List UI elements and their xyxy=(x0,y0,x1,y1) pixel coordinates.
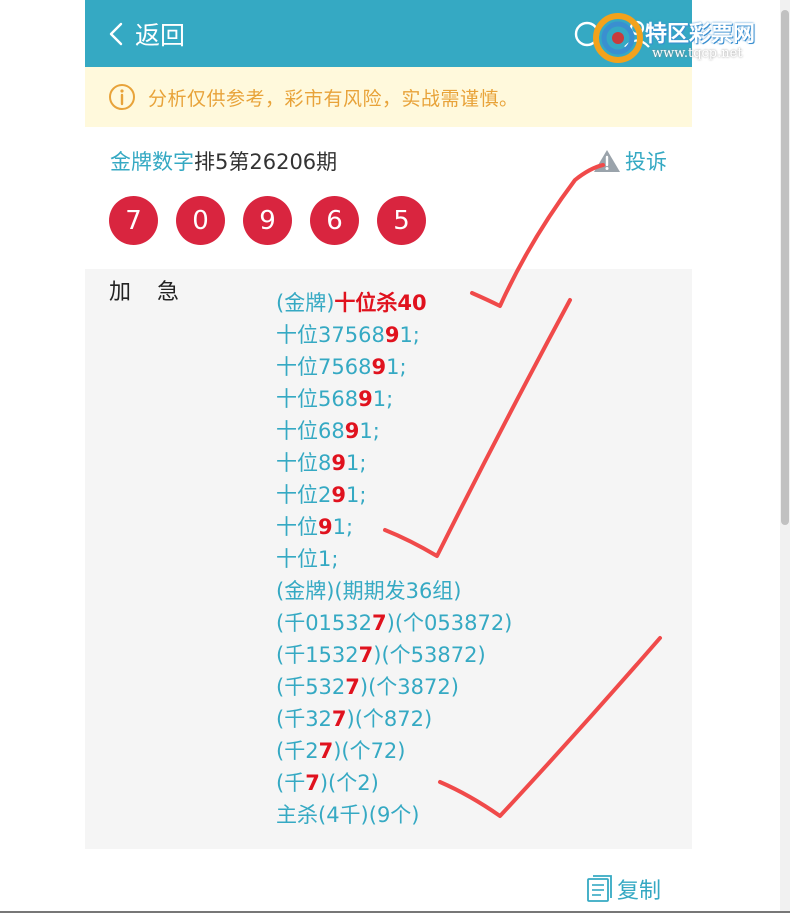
watermark-url: www.tqcp.net xyxy=(652,46,743,61)
site-watermark: 特区彩票网 www.tqcp.net xyxy=(592,8,788,68)
draw-number-balls: 7 0 9 6 5 xyxy=(109,196,444,245)
number-ball: 5 xyxy=(377,196,426,245)
issue-number: 排5第26206期 xyxy=(194,150,338,174)
highlighted-digit: 7 xyxy=(345,675,360,699)
prediction-content: (金牌)十位杀40 十位3756891; 十位756891; 十位56891; 十位68… xyxy=(85,269,692,849)
highlighted-digit: 7 xyxy=(305,771,320,795)
highlighted-digit: 7 xyxy=(372,611,387,635)
prediction-line: 十位1; xyxy=(276,543,512,575)
copy-button[interactable]: 复制 xyxy=(585,873,661,905)
prediction-line: (千7)(个2) xyxy=(276,767,512,799)
line-text: 1; xyxy=(399,323,420,347)
line-text: (千2 xyxy=(276,739,319,763)
number-ball: 0 xyxy=(176,196,225,245)
watermark-name: 特区彩票网 xyxy=(645,22,756,47)
prediction-line: 主杀(4千)(9个) xyxy=(276,799,512,831)
line-text: 主杀(4千)(9个) xyxy=(276,803,420,827)
prediction-line: 十位3756891; xyxy=(276,319,512,351)
line-text: 十位68 xyxy=(276,419,345,443)
warning-icon xyxy=(594,150,620,172)
prediction-line: (千27)(个72) xyxy=(276,735,512,767)
line-text: (千32 xyxy=(276,707,332,731)
line-text: 1; xyxy=(346,483,367,507)
prediction-line: (千015327)(个053872) xyxy=(276,607,512,639)
highlighted-digit: 9 xyxy=(371,355,387,379)
prediction-line: 十位291; xyxy=(276,479,512,511)
highlighted-digit: 7 xyxy=(358,643,374,667)
line-text: (金牌) xyxy=(276,291,335,315)
back-button[interactable]: 返回 xyxy=(107,16,185,52)
line-text: (千 xyxy=(276,771,306,795)
highlighted-digit: 9 xyxy=(344,419,360,443)
prediction-line: 十位891; xyxy=(276,447,512,479)
prediction-line: (千15327)(个53872) xyxy=(276,639,512,671)
line-text: (千532 xyxy=(276,675,346,699)
line-text: 十位7568 xyxy=(276,355,372,379)
notice-text: 分析仅供参考，彩市有风险，实战需谨慎。 xyxy=(148,87,519,110)
vertical-scrollbar[interactable] xyxy=(780,0,790,913)
line-text: 1; xyxy=(346,451,367,475)
line-text: )(个2) xyxy=(319,771,379,795)
line-text: 十位2 xyxy=(276,483,332,507)
prediction-line: 十位91; xyxy=(276,511,512,543)
scrollbar-thumb[interactable] xyxy=(781,10,789,525)
line-text: 1; xyxy=(359,419,380,443)
number-ball: 7 xyxy=(109,196,158,245)
highlighted-digit: 9 xyxy=(331,483,346,507)
line-text: 十位568 xyxy=(276,387,359,411)
prediction-line: (千327)(个872) xyxy=(276,703,512,735)
highlighted-digit: 9 xyxy=(384,323,400,347)
app-screen: 返回 分析仅供参考，彩市有风险，实战需谨慎。 金牌数字排5第26206期 投诉 … xyxy=(85,0,692,913)
number-ball: 6 xyxy=(310,196,359,245)
copy-label: 复制 xyxy=(617,879,662,904)
line-text: )(个72) xyxy=(333,739,406,763)
line-text: )(个3872) xyxy=(359,675,459,699)
line-text: 十位1; xyxy=(276,547,339,571)
line-text: 1; xyxy=(332,515,354,539)
line-text: 十位 xyxy=(276,515,318,539)
line-text: )(个872) xyxy=(346,707,433,731)
prediction-lines: (金牌)十位杀40 十位3756891; 十位756891; 十位56891; 十位68… xyxy=(276,287,512,831)
complain-label: 投诉 xyxy=(625,150,667,174)
copy-document-icon xyxy=(587,875,612,902)
line-text: (金牌)(期期发36组) xyxy=(276,579,462,603)
info-icon xyxy=(109,84,135,110)
highlighted-digit: 7 xyxy=(318,739,334,763)
prediction-line: 十位756891; xyxy=(276,351,512,383)
prediction-line: 十位56891; xyxy=(276,383,512,415)
line-text: )(个053872) xyxy=(386,611,513,635)
watermark-logo-icon xyxy=(593,13,643,63)
line-text: )(个53872) xyxy=(373,643,486,667)
content-label: 加 急 xyxy=(109,280,182,305)
prediction-line: (千5327)(个3872) xyxy=(276,671,512,703)
chevron-left-icon xyxy=(109,22,123,46)
highlighted-digit: 9 xyxy=(358,387,373,411)
line-text: 1; xyxy=(372,387,394,411)
line-text: 十位37568 xyxy=(276,323,385,347)
highlighted-digit: 7 xyxy=(331,707,347,731)
line-text: (千1532 xyxy=(276,643,359,667)
risk-notice: 分析仅供参考，彩市有风险，实战需谨慎。 xyxy=(85,67,692,127)
line-text: (千01532 xyxy=(276,611,372,635)
highlighted-digit: 9 xyxy=(318,515,333,539)
expert-name[interactable]: 金牌数字 xyxy=(110,150,194,174)
prediction-line: 十位6891; xyxy=(276,415,512,447)
highlighted-digit: 十位杀40 xyxy=(334,291,427,315)
line-text: 十位8 xyxy=(276,451,332,475)
number-ball: 9 xyxy=(243,196,292,245)
prediction-line: (金牌)十位杀40 xyxy=(276,287,512,319)
complain-button[interactable]: 投诉 xyxy=(593,146,667,176)
highlighted-digit: 9 xyxy=(331,451,346,475)
prediction-line: (金牌)(期期发36组) xyxy=(276,575,512,607)
issue-title-row: 金牌数字排5第26206期 投诉 xyxy=(110,146,670,182)
back-label: 返回 xyxy=(135,21,186,50)
line-text: 1; xyxy=(386,355,407,379)
